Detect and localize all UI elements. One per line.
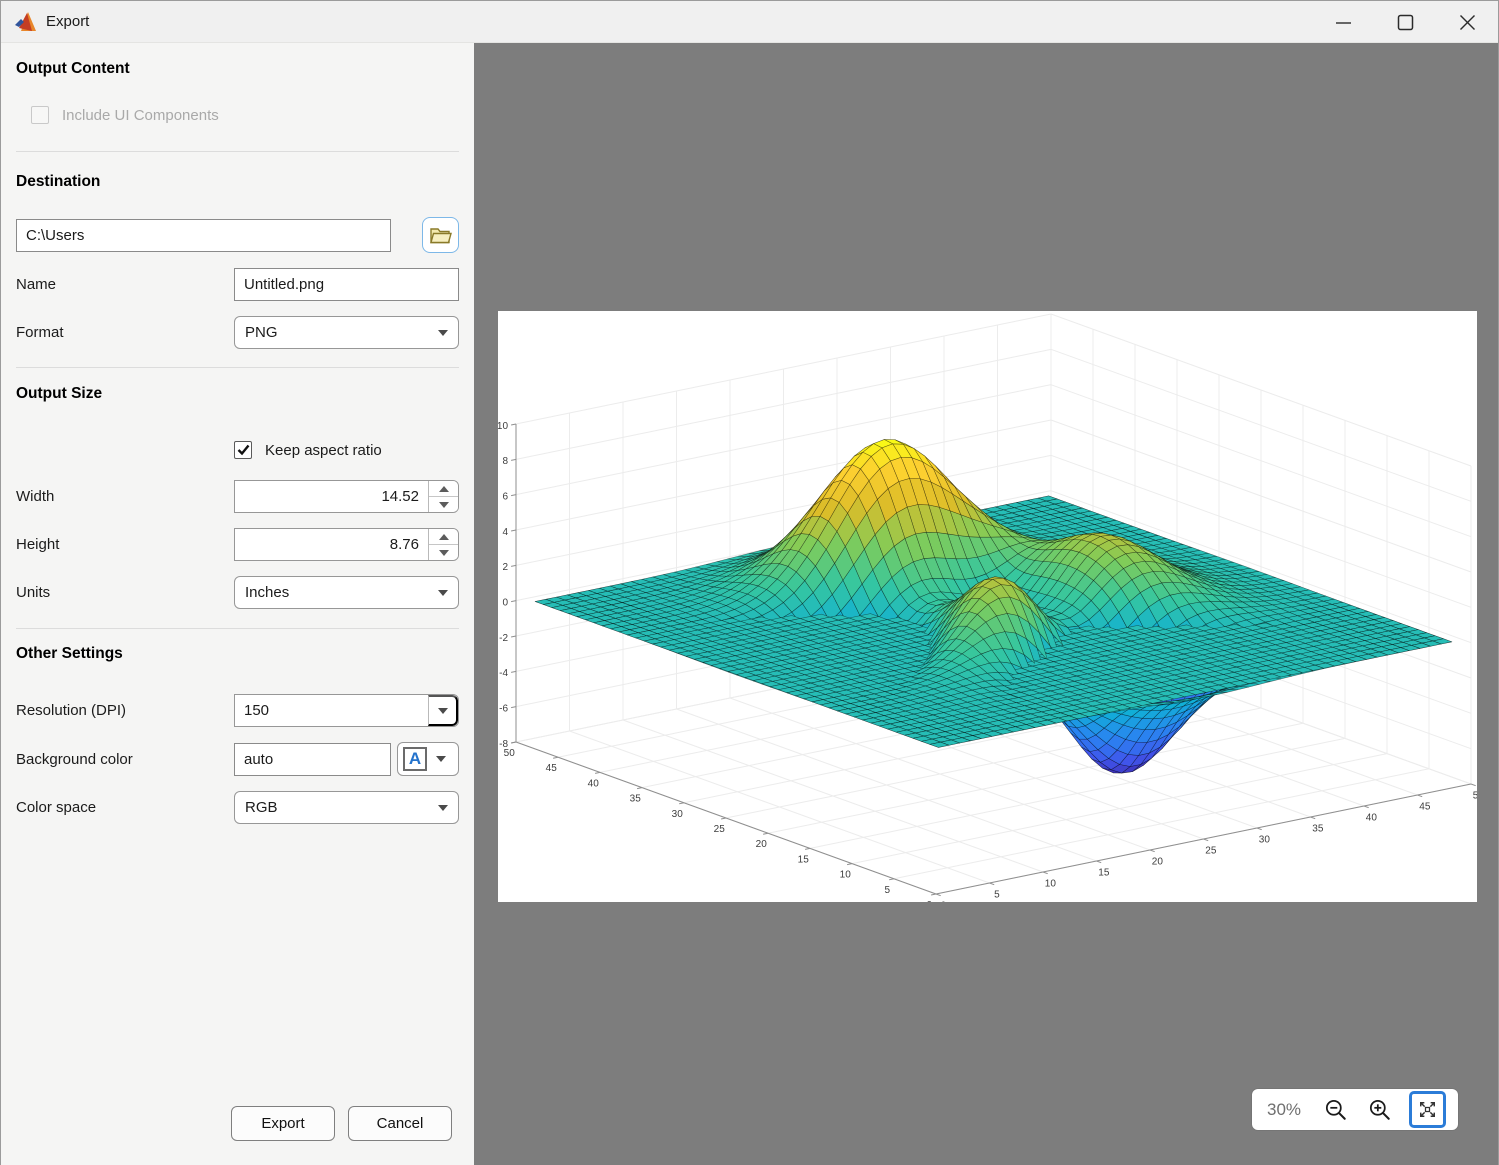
maximize-icon xyxy=(1397,14,1414,31)
resolution-input[interactable] xyxy=(235,695,428,726)
width-label: Width xyxy=(16,488,234,505)
units-dropdown[interactable]: Inches xyxy=(234,576,459,609)
background-color-label: Background color xyxy=(16,751,234,768)
height-spinner xyxy=(428,529,458,560)
cancel-button[interactable]: Cancel xyxy=(348,1106,452,1141)
chevron-down-icon xyxy=(438,330,448,336)
window-controls xyxy=(1312,1,1498,43)
width-row: Width xyxy=(1,480,474,513)
zoom-in-icon xyxy=(1368,1098,1392,1122)
height-label: Height xyxy=(16,536,234,553)
close-icon xyxy=(1459,14,1476,31)
export-button[interactable]: Export xyxy=(231,1106,335,1141)
color-letter-icon: A xyxy=(403,747,427,771)
destination-heading: Destination xyxy=(16,173,459,191)
format-row: Format PNG xyxy=(1,316,474,349)
include-ui-row: Include UI Components xyxy=(1,106,474,124)
destination-path-input[interactable] xyxy=(16,219,391,252)
other-settings-heading: Other Settings xyxy=(16,645,459,663)
zoom-toolbar: 30% xyxy=(1252,1089,1458,1130)
color-space-label: Color space xyxy=(16,799,234,816)
arrow-down-icon xyxy=(439,502,449,508)
keep-aspect-row: Keep aspect ratio xyxy=(1,441,474,459)
folder-icon xyxy=(429,226,453,245)
width-decrement-button[interactable] xyxy=(429,497,458,512)
format-label: Format xyxy=(16,324,234,341)
keep-aspect-checkbox[interactable] xyxy=(234,441,252,459)
units-value: Inches xyxy=(245,584,438,601)
chevron-down-icon xyxy=(438,708,448,714)
width-input[interactable] xyxy=(235,481,428,512)
name-label: Name xyxy=(16,276,234,293)
fit-to-window-button[interactable] xyxy=(1409,1091,1446,1128)
output-size-heading: Output Size xyxy=(16,385,459,403)
separator xyxy=(16,367,459,368)
resolution-row: Resolution (DPI) xyxy=(1,694,474,727)
preview-page xyxy=(498,311,1477,902)
checkmark-icon xyxy=(237,444,250,456)
arrow-up-icon xyxy=(439,534,449,540)
chevron-down-icon xyxy=(438,805,448,811)
width-increment-button[interactable] xyxy=(429,481,458,497)
color-space-row: Color space RGB xyxy=(1,791,474,824)
background-color-input[interactable] xyxy=(234,743,391,776)
zoom-out-icon xyxy=(1324,1098,1348,1122)
width-stepper xyxy=(234,480,459,513)
height-input[interactable] xyxy=(235,529,428,560)
matlab-logo-icon xyxy=(15,12,37,32)
format-value: PNG xyxy=(245,324,438,341)
surface-plot-canvas xyxy=(498,311,1477,902)
height-stepper xyxy=(234,528,459,561)
include-ui-label: Include UI Components xyxy=(62,107,219,124)
color-space-dropdown[interactable]: RGB xyxy=(234,791,459,824)
zoom-in-button[interactable] xyxy=(1365,1095,1395,1125)
color-space-value: RGB xyxy=(245,799,438,816)
window-title: Export xyxy=(46,13,89,30)
height-row: Height xyxy=(1,528,474,561)
minimize-icon xyxy=(1335,14,1352,31)
units-label: Units xyxy=(16,584,234,601)
height-increment-button[interactable] xyxy=(429,529,458,545)
chevron-down-icon xyxy=(436,756,446,762)
format-dropdown[interactable]: PNG xyxy=(234,316,459,349)
fit-to-window-icon xyxy=(1418,1100,1437,1119)
dialog-actions: Export Cancel xyxy=(1,1106,474,1141)
arrow-up-icon xyxy=(439,486,449,492)
export-dialog-window: Export Output Content Include UI Compone… xyxy=(0,0,1499,1165)
preview-area: 30% xyxy=(474,43,1498,1165)
zoom-level-label: 30% xyxy=(1267,1100,1307,1120)
minimize-button[interactable] xyxy=(1312,1,1374,43)
resolution-dropdown-button[interactable] xyxy=(428,695,458,726)
maximize-button[interactable] xyxy=(1374,1,1436,43)
units-row: Units Inches xyxy=(1,576,474,609)
destination-row xyxy=(1,217,474,253)
chevron-down-icon xyxy=(438,590,448,596)
output-content-heading: Output Content xyxy=(16,60,459,78)
close-button[interactable] xyxy=(1436,1,1498,43)
height-decrement-button[interactable] xyxy=(429,545,458,560)
resolution-label: Resolution (DPI) xyxy=(16,702,234,719)
resolution-combobox xyxy=(234,694,459,727)
separator xyxy=(16,151,459,152)
width-spinner xyxy=(428,481,458,512)
background-color-picker-button[interactable]: A xyxy=(397,742,459,776)
name-row: Name xyxy=(1,268,474,301)
browse-folder-button[interactable] xyxy=(422,217,459,253)
separator xyxy=(16,628,459,629)
export-settings-panel: Output Content Include UI Components Des… xyxy=(1,43,474,1165)
zoom-out-button[interactable] xyxy=(1321,1095,1351,1125)
arrow-down-icon xyxy=(439,550,449,556)
include-ui-checkbox xyxy=(31,106,49,124)
titlebar: Export xyxy=(1,1,1498,43)
background-color-row: Background color A xyxy=(1,742,474,776)
keep-aspect-label: Keep aspect ratio xyxy=(265,442,382,459)
file-name-input[interactable] xyxy=(234,268,459,301)
